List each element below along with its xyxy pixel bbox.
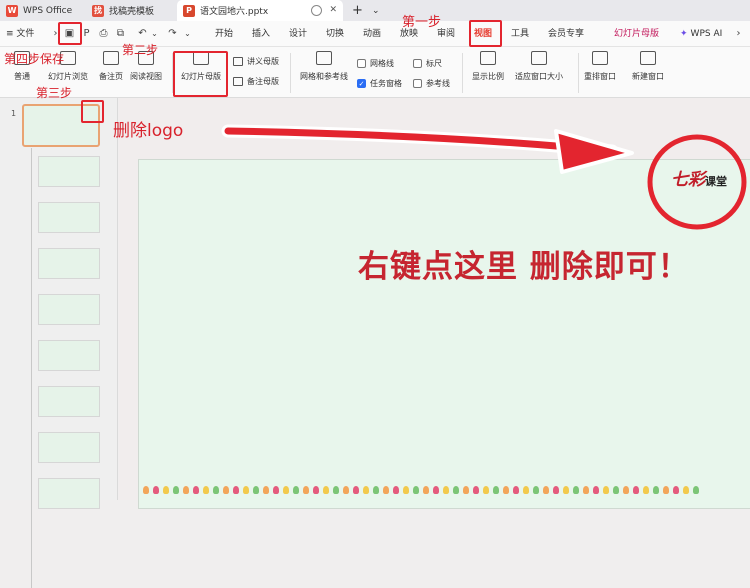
step4-highlight-box [58,22,82,45]
step2-highlight-box [173,51,228,97]
step1-highlight-box [469,20,502,47]
step1-label: 第一步 [402,15,442,30]
step3-highlight-box [81,100,104,123]
arrow-head-icon [554,129,634,174]
annotation-overlay [221,124,747,230]
step4-label: 第四步保存 [4,52,65,66]
step2-label: 第二步 [122,43,159,57]
delete-logo-label: 删除logo [113,121,184,141]
step3-label: 第三步 [36,86,73,100]
logo-highlight-circle [647,134,747,230]
